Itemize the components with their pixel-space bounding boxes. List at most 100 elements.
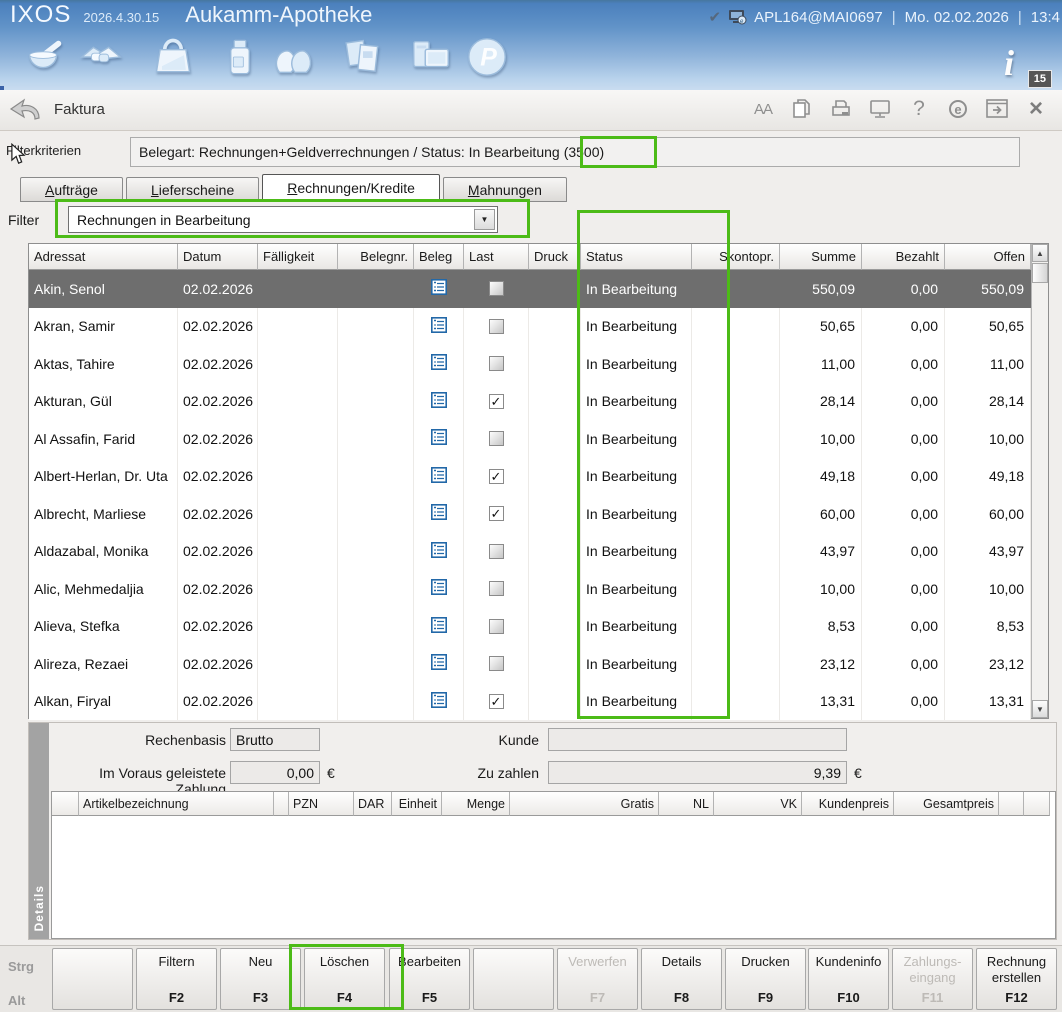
mortar-pestle-icon[interactable] (20, 32, 70, 82)
col-header-offen[interactable]: Offen (945, 244, 1031, 270)
table-row[interactable]: Alieva, Stefka 02.02.2026 ✓ In Bearbeitu… (29, 608, 1031, 646)
col-header-skontopr[interactable]: Skontopr. (692, 244, 780, 270)
function-button[interactable]: Filtern F2 (136, 948, 217, 1010)
table-row[interactable]: Aktas, Tahire 02.02.2026 ✓ In Bearbeitun… (29, 345, 1031, 383)
scrollbar-thumb[interactable] (1032, 263, 1048, 283)
close-icon[interactable]: × (1024, 97, 1048, 121)
function-button[interactable]: Drucken F9 (725, 948, 806, 1010)
table-row[interactable]: Alic, Mehmedaljia 02.02.2026 ✓ In Bearbe… (29, 570, 1031, 608)
article-col-header[interactable]: DAR (354, 792, 392, 816)
last-checkbox[interactable]: ✓ (489, 619, 504, 634)
last-checkbox[interactable]: ✓ (489, 694, 504, 709)
last-checkbox[interactable]: ✓ (489, 656, 504, 671)
customers-icon[interactable] (268, 32, 318, 82)
article-col-header[interactable]: Gesamtpreis (894, 792, 999, 816)
beleg-document-icon[interactable] (431, 317, 447, 336)
article-col-header[interactable] (52, 792, 79, 816)
packages-icon[interactable] (338, 32, 388, 82)
col-header-beleg[interactable]: Beleg (414, 244, 464, 270)
handshake-icon[interactable] (76, 32, 126, 82)
chevron-down-icon[interactable]: ▼ (474, 209, 495, 230)
beleg-document-icon[interactable] (431, 354, 447, 373)
scroll-down-button[interactable]: ▼ (1032, 700, 1048, 718)
bag-icon[interactable] (148, 32, 198, 82)
col-header-last[interactable]: Last (464, 244, 529, 270)
back-arrow-icon[interactable] (8, 96, 42, 129)
tab[interactable]: Mahnungen (443, 177, 567, 202)
col-header-datum[interactable]: Datum (178, 244, 258, 270)
function-button[interactable] (52, 948, 133, 1010)
col-header-status[interactable]: Status (581, 244, 692, 270)
function-button[interactable]: Details F8 (641, 948, 722, 1010)
table-row[interactable]: Alireza, Rezaei 02.02.2026 ✓ In Bearbeit… (29, 645, 1031, 683)
last-checkbox[interactable]: ✓ (489, 394, 504, 409)
table-row[interactable]: Albrecht, Marliese 02.02.2026 ✓ In Bearb… (29, 495, 1031, 533)
article-col-header[interactable]: Gratis (510, 792, 659, 816)
article-col-header[interactable] (1024, 792, 1050, 816)
table-row[interactable]: Akin, Senol 02.02.2026 ✓ In Bearbeitung (29, 270, 1031, 308)
last-checkbox[interactable]: ✓ (489, 469, 504, 484)
article-col-header[interactable]: PZN (289, 792, 354, 816)
col-header-druck[interactable]: Druck (529, 244, 581, 270)
article-col-header[interactable]: VK (714, 792, 802, 816)
col-header-summe[interactable]: Summe (780, 244, 862, 270)
col-header-bezahlt[interactable]: Bezahlt (862, 244, 945, 270)
last-checkbox[interactable]: ✓ (489, 506, 504, 521)
rechenbasis-field[interactable]: Brutto (230, 728, 320, 751)
workstation-icon[interactable] (406, 32, 456, 82)
table-row[interactable]: Alkan, Firyal 02.02.2026 ✓ In Bearbeitun… (29, 683, 1031, 721)
beleg-document-icon[interactable] (431, 429, 447, 448)
last-checkbox[interactable]: ✓ (489, 581, 504, 596)
function-button[interactable]: Neu F3 (220, 948, 301, 1010)
beleg-document-icon[interactable] (431, 392, 447, 411)
help-icon[interactable]: ? (907, 97, 931, 121)
last-checkbox[interactable]: ✓ (489, 356, 504, 371)
article-col-header[interactable]: Menge (442, 792, 510, 816)
beleg-document-icon[interactable] (431, 279, 447, 298)
info-icon[interactable]: i 15 (1004, 42, 1044, 86)
tab[interactable]: Lieferscheine (126, 177, 259, 202)
details-side-tab[interactable]: Details (29, 723, 49, 939)
beleg-document-icon[interactable] (431, 654, 447, 673)
font-size-icon[interactable]: AA (751, 97, 775, 121)
last-checkbox[interactable]: ✓ (489, 544, 504, 559)
article-col-header[interactable]: Artikelbezeichnung (79, 792, 274, 816)
scroll-up-button[interactable]: ▲ (1032, 244, 1048, 262)
print-icon[interactable] (829, 97, 853, 121)
table-row[interactable]: Akran, Samir 02.02.2026 ✓ In Bearbeitung (29, 308, 1031, 346)
vorauszahlung-field[interactable]: 0,00 (230, 761, 320, 784)
vertical-scrollbar[interactable]: ▲ ▼ (1031, 244, 1048, 718)
beleg-document-icon[interactable] (431, 467, 447, 486)
filter-dropdown[interactable]: Rechnungen in Bearbeitung ▼ (68, 206, 498, 233)
monitor-icon[interactable] (868, 97, 892, 121)
table-row[interactable]: Akturan, Gül 02.02.2026 ✓ In Bearbeitung (29, 383, 1031, 421)
function-button[interactable]: Kundeninfo F10 (808, 948, 889, 1010)
tab[interactable]: Aufträge (20, 177, 123, 202)
medicine-bottle-icon[interactable] (215, 32, 265, 82)
last-checkbox[interactable]: ✓ (489, 431, 504, 446)
beleg-document-icon[interactable] (431, 579, 447, 598)
function-button[interactable] (473, 948, 554, 1010)
beleg-document-icon[interactable] (431, 542, 447, 561)
filterkriterien-field[interactable]: Belegart: Rechnungen+Geldverrechnungen /… (130, 137, 1020, 167)
article-col-header[interactable]: Kundenpreis (802, 792, 894, 816)
tab[interactable]: Rechnungen/Kredite (262, 174, 440, 202)
p-logo-icon[interactable]: P (462, 32, 512, 82)
function-button[interactable]: Löschen F4 (304, 948, 385, 1010)
col-header-belegnr[interactable]: Belegnr. (338, 244, 414, 270)
copy-icon[interactable] (790, 97, 814, 121)
kunde-field[interactable] (548, 728, 847, 751)
zuzahlen-field[interactable]: 9,39 (548, 761, 847, 784)
article-col-header[interactable] (274, 792, 289, 816)
col-header-faelligkeit[interactable]: Fälligkeit (258, 244, 338, 270)
last-checkbox[interactable]: ✓ (489, 281, 504, 296)
table-row[interactable]: Al Assafin, Farid 02.02.2026 ✓ In Bearbe… (29, 420, 1031, 458)
table-row[interactable]: Albert-Herlan, Dr. Uta 02.02.2026 ✓ In B… (29, 458, 1031, 496)
beleg-document-icon[interactable] (431, 504, 447, 523)
beleg-document-icon[interactable] (431, 692, 447, 711)
function-button[interactable]: Bearbeiten F5 (389, 948, 470, 1010)
article-col-header[interactable]: Einheit (392, 792, 442, 816)
last-checkbox[interactable]: ✓ (489, 319, 504, 334)
e-services-icon[interactable]: e (946, 97, 970, 121)
function-button[interactable]: Verwerfen F7 (557, 948, 638, 1010)
